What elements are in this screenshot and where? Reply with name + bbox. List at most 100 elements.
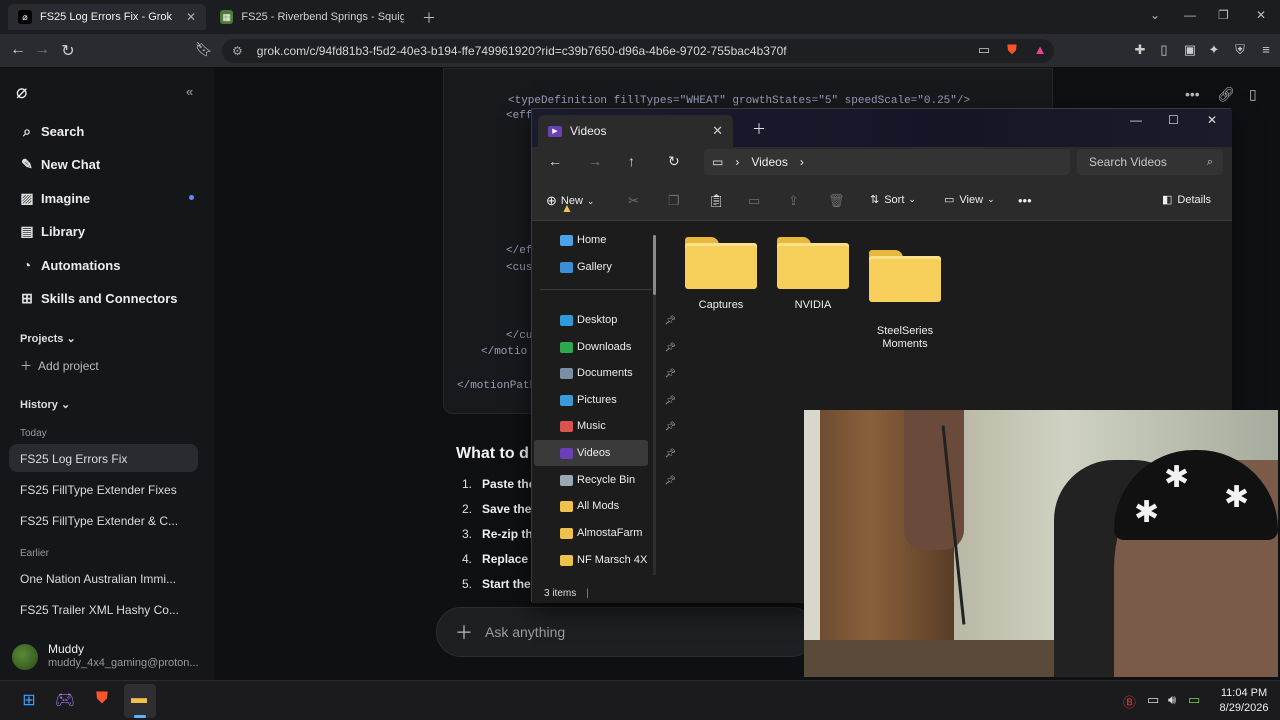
nav-item-downloads[interactable]: Downloads 📌︎ [560,341,676,353]
history-item[interactable]: FS25 Trailer XML Hashy Co... [20,603,180,617]
nav-item-desktop[interactable]: Desktop 📌︎ [560,314,676,326]
restore-icon[interactable]: ❐ [1218,8,1229,22]
site-info-icon[interactable]: ⚙ [232,44,243,58]
forward-icon[interactable]: → [588,153,602,169]
history-item[interactable]: One Nation Australian Immi... [20,572,180,586]
extensions-icon[interactable]: ✚ [1132,42,1148,58]
close-window-icon[interactable]: ✕ [1256,8,1266,22]
breadcrumb[interactable]: Videos [751,155,787,169]
tab-riverbend[interactable]: ▦ FS25 - Riverbend Springs - Squigglze [210,4,414,30]
panel-toggle-icon[interactable]: ▯ [1249,86,1257,103]
nav-item-gallery[interactable]: Gallery [560,261,676,273]
new-tab-icon[interactable]: ＋ [422,8,436,28]
sidebar-item-skills-connectors[interactable]: ⊞ Skills and Connectors [18,290,177,307]
tab-search-chevron-icon[interactable]: ⌄ [1150,8,1160,22]
vpn-icon[interactable]: ⛨ [1232,42,1248,58]
network-icon[interactable]: ▭ [1147,692,1159,708]
delete-icon[interactable]: 🗑︎ [828,193,845,209]
explorer-address-bar[interactable]: ▭ › Videos › [704,149,1070,175]
nav-item-almostafarm[interactable]: AlmostaFarm [560,527,676,539]
bookmark-icon[interactable]: 🔖︎ [194,41,214,58]
cast-icon[interactable]: ▭ [976,42,992,58]
new-tab-icon[interactable]: ＋ [752,119,766,139]
history-item[interactable]: FS25 FillType Extender Fixes [20,483,180,497]
forward-icon[interactable]: → [32,41,52,59]
history-item[interactable]: FS25 FillType Extender & C... [20,514,180,528]
rename-icon[interactable]: ▭ [748,193,760,209]
sidebar-item-automations[interactable]: ◔ Automations [18,257,121,273]
copy-icon[interactable]: ❐ [668,193,680,209]
reload-icon[interactable]: ↻ [58,41,78,61]
share-link-icon[interactable]: 🔗︎ [1217,86,1235,103]
menu-icon[interactable]: ≡ [1258,42,1274,58]
sidebar-item-imagine[interactable]: ▨ Imagine [18,190,90,207]
sidebar-item-search[interactable]: ⌕ Search [18,123,84,140]
sidebar-item-new-chat[interactable]: ✎ New Chat [18,156,100,173]
maximize-icon[interactable]: ☐ [1168,113,1179,127]
sidebar-item-library[interactable]: ▤ Library [18,223,85,240]
nav-item-recycle-bin[interactable]: Recycle Bin 📌︎ [560,474,676,486]
wallet-icon[interactable]: ▣ [1182,42,1198,58]
nav-item-all-mods[interactable]: All Mods [560,500,676,512]
tab-title: FS25 - Riverbend Springs - Squigglze [241,11,404,23]
up-icon[interactable]: ↑ [628,153,635,169]
file-explorer-icon[interactable]: ▬ [128,690,150,712]
minimize-icon[interactable]: — [1184,8,1196,22]
close-tab-icon[interactable]: ✕ [712,123,723,139]
pin-icon[interactable]: 📌︎ [665,368,676,379]
view-button[interactable]: ▭ View ⌄ [944,193,995,207]
nav-item-videos[interactable]: Videos 📌︎ [560,447,676,459]
brave-browser-icon[interactable]: ⛊ [91,690,113,712]
cut-icon[interactable]: ✂ [628,193,639,209]
minimize-icon[interactable]: — [1130,113,1142,127]
windows-start-icon[interactable]: ⊞ [18,690,40,712]
sort-button[interactable]: ⇅ Sort ⌄ [870,193,916,207]
add-project-button[interactable]: ＋ Add project [20,357,99,374]
nav-item-music[interactable]: Music 📌︎ [560,420,676,432]
grok-logo-icon[interactable]: ⌀ [16,81,27,104]
explorer-tab-videos[interactable]: ▶ Videos ✕ [538,115,733,147]
paste-icon[interactable]: 📋︎ [708,193,725,209]
leo-ai-icon[interactable]: ✦ [1206,42,1222,58]
history-item[interactable]: FS25 Log Errors Fix [20,452,180,466]
folder-item[interactable]: NVIDIA [777,237,849,311]
attach-plus-icon[interactable]: ＋ [455,619,473,645]
pin-icon[interactable]: 📌︎ [665,421,676,432]
avatar[interactable] [12,644,38,670]
share-icon[interactable]: ⇪ [788,193,799,209]
pin-icon[interactable]: 📌︎ [665,342,676,353]
nav-item-home[interactable]: Home [560,234,676,246]
collapse-sidebar-icon[interactable]: « [186,84,193,99]
folder-item[interactable]: SteelSeries Moments [869,237,941,364]
sidebar-toggle-icon[interactable]: ▯ [1156,42,1172,58]
projects-header[interactable]: Projects ⌄ [20,332,76,345]
red-app-tray-icon[interactable]: Ⓑ [1123,692,1136,711]
battery-icon[interactable]: ▭ [1188,692,1200,708]
details-button[interactable]: ◧ Details [1162,193,1211,207]
more-options-icon[interactable]: ••• [1185,86,1200,102]
address-bar[interactable]: ⚙ grok.com/c/94fd81b3-f5d2-40e3-b194-ffe… [222,39,1054,63]
nav-item-pictures[interactable]: Pictures 📌︎ [560,394,676,406]
back-icon[interactable]: ← [548,153,562,169]
brave-shield-icon[interactable]: ⛊ [1004,42,1020,58]
pin-icon[interactable]: 📌︎ [665,448,676,459]
history-header[interactable]: History ⌄ [20,398,70,411]
close-tab-icon[interactable]: ✕ [186,10,196,24]
brave-rewards-icon[interactable]: ▲ [1032,42,1048,58]
search-input[interactable]: Search Videos ⌕ [1077,149,1223,175]
refresh-icon[interactable]: ↻ [668,153,680,170]
close-window-icon[interactable]: ✕ [1207,113,1217,127]
back-icon[interactable]: ← [8,41,28,59]
pin-icon[interactable]: 📌︎ [665,395,676,406]
more-options-icon[interactable]: ••• [1018,193,1032,208]
nav-item-nf-marsch-4x[interactable]: NF Marsch 4X [560,554,676,566]
nav-item-documents[interactable]: Documents 📌︎ [560,367,676,379]
volume-icon[interactable]: 🔊︎ [1168,692,1176,708]
system-clock[interactable]: 11:04 PM 8/29/2026 [1214,686,1274,716]
pin-icon[interactable]: 📌︎ [665,475,676,486]
tab-grok[interactable]: ⌀ FS25 Log Errors Fix - Grok ✕ [8,4,206,30]
folder-item[interactable]: Captures [685,237,757,311]
gamepad-icon[interactable]: 🎮︎ [54,690,76,712]
ask-input[interactable]: ＋ Ask anything [436,607,816,657]
pin-icon[interactable]: 📌︎ [665,315,676,326]
